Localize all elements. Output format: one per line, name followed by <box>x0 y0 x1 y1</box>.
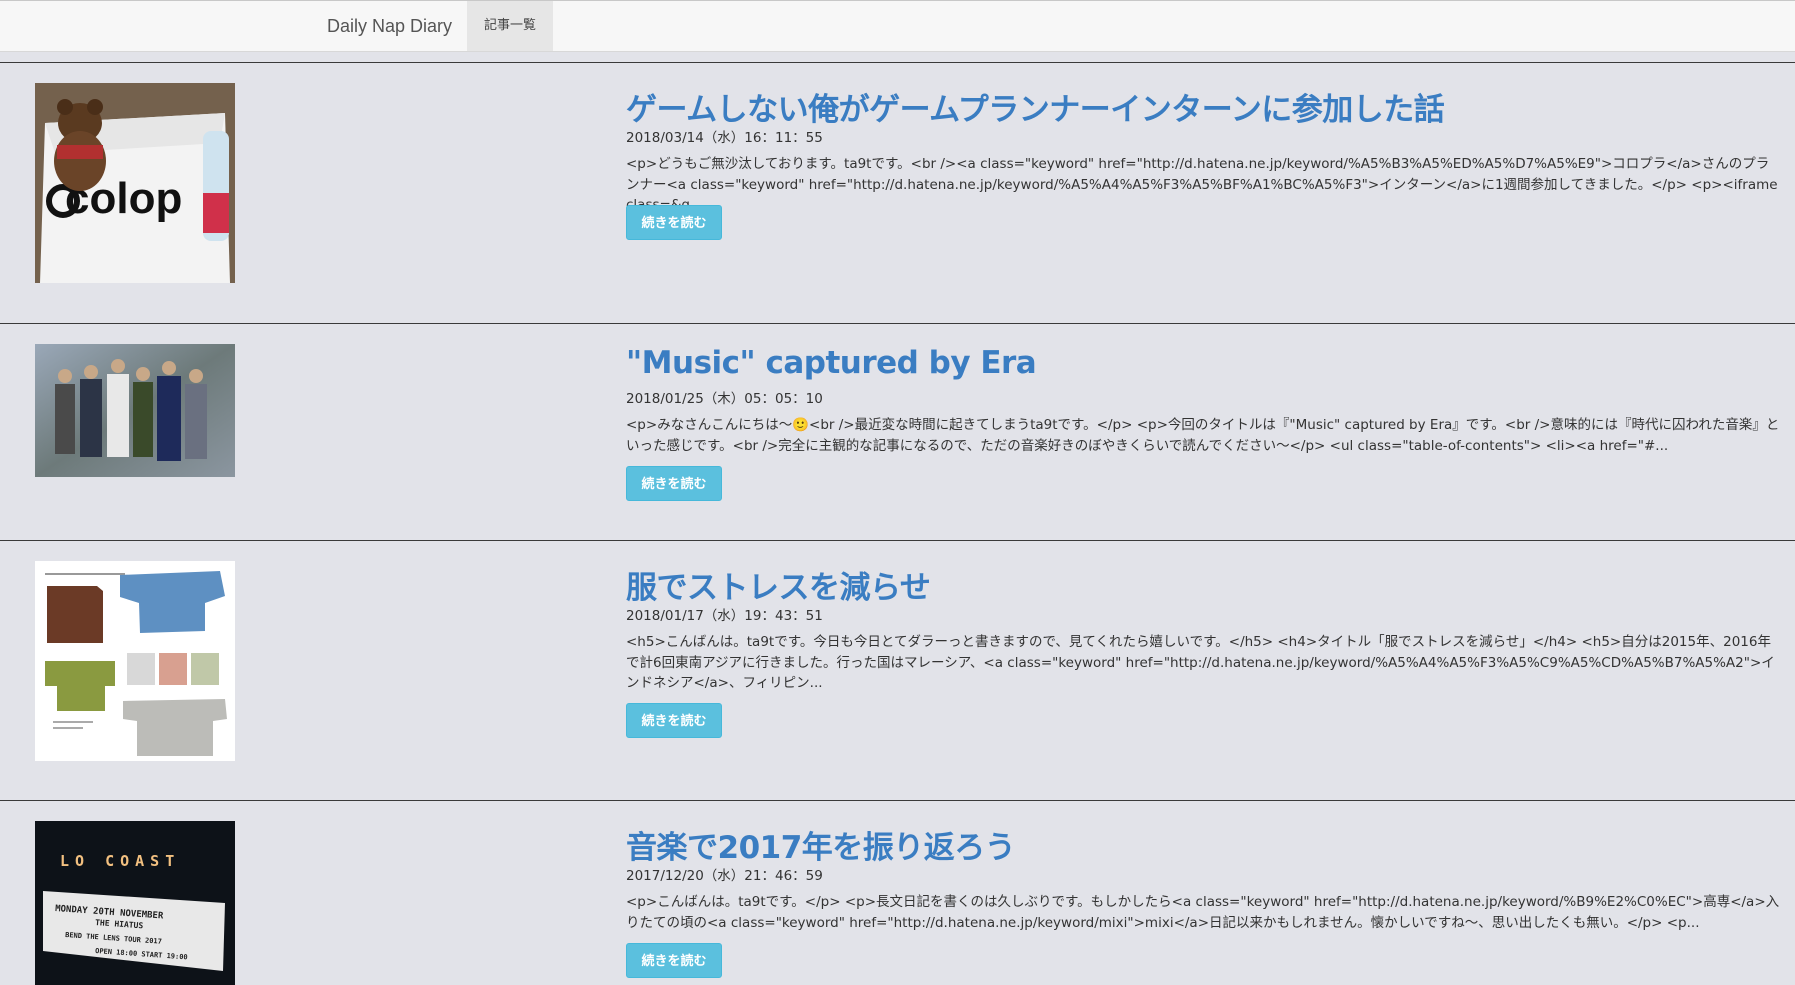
article-excerpt: <p>みなさんこんにちは〜🙂<br />最近変な時間に起きてしまうta9tです。… <box>626 417 1780 454</box>
article-thumbnail[interactable] <box>35 561 235 761</box>
article-date: 2018/03/14（水）16：11：55 <box>626 130 823 146</box>
read-more-button[interactable]: 続きを読む <box>626 943 722 978</box>
top-navbar: Daily Nap Diary 記事一覧 <box>0 0 1795 52</box>
article-excerpt: <p>どうもご無沙汰しております。ta9tです。<br /><a class="… <box>626 156 1778 213</box>
article-title[interactable]: 音楽で2017年を振り返ろう <box>626 822 1016 867</box>
article-thumbnail[interactable]: colop <box>35 83 235 283</box>
article-divider <box>0 540 1795 541</box>
read-more-button[interactable]: 続きを読む <box>626 703 722 738</box>
article-excerpt: <p>こんばんは。ta9tです。</p> <p>長文日記を書くのは久しぶりです。… <box>626 894 1780 931</box>
marquee-top-text: LO COAST <box>60 852 180 870</box>
article-excerpt: <h5>こんばんは。ta9tです。今日も今日とてダラーっと書きますので、見てくれ… <box>626 634 1775 691</box>
article-title[interactable]: 服でストレスを減らせ <box>626 562 931 607</box>
article-title[interactable]: "Music" captured by Era <box>626 345 1037 381</box>
site-brand-link[interactable]: Daily Nap Diary <box>327 1 452 51</box>
article-divider <box>0 62 1795 63</box>
read-more-button[interactable]: 続きを読む <box>626 205 722 240</box>
article-title[interactable]: ゲームしない俺がゲームプランナーインターンに参加した話 <box>626 84 1445 129</box>
read-more-button[interactable]: 続きを読む <box>626 466 722 501</box>
article-thumbnail[interactable] <box>35 344 235 477</box>
article-divider <box>0 323 1795 324</box>
tab-article-list[interactable]: 記事一覧 <box>467 1 553 51</box>
article-date: 2018/01/25（木）05：05：10 <box>626 391 823 407</box>
article-date: 2017/12/20（水）21：46：59 <box>626 868 823 884</box>
article-date: 2018/01/17（水）19：43：51 <box>626 608 823 624</box>
article-divider <box>0 800 1795 801</box>
article-thumbnail[interactable]: LO COAST MONDAY 20TH NOVEMBER THE HIATUS… <box>35 821 235 985</box>
